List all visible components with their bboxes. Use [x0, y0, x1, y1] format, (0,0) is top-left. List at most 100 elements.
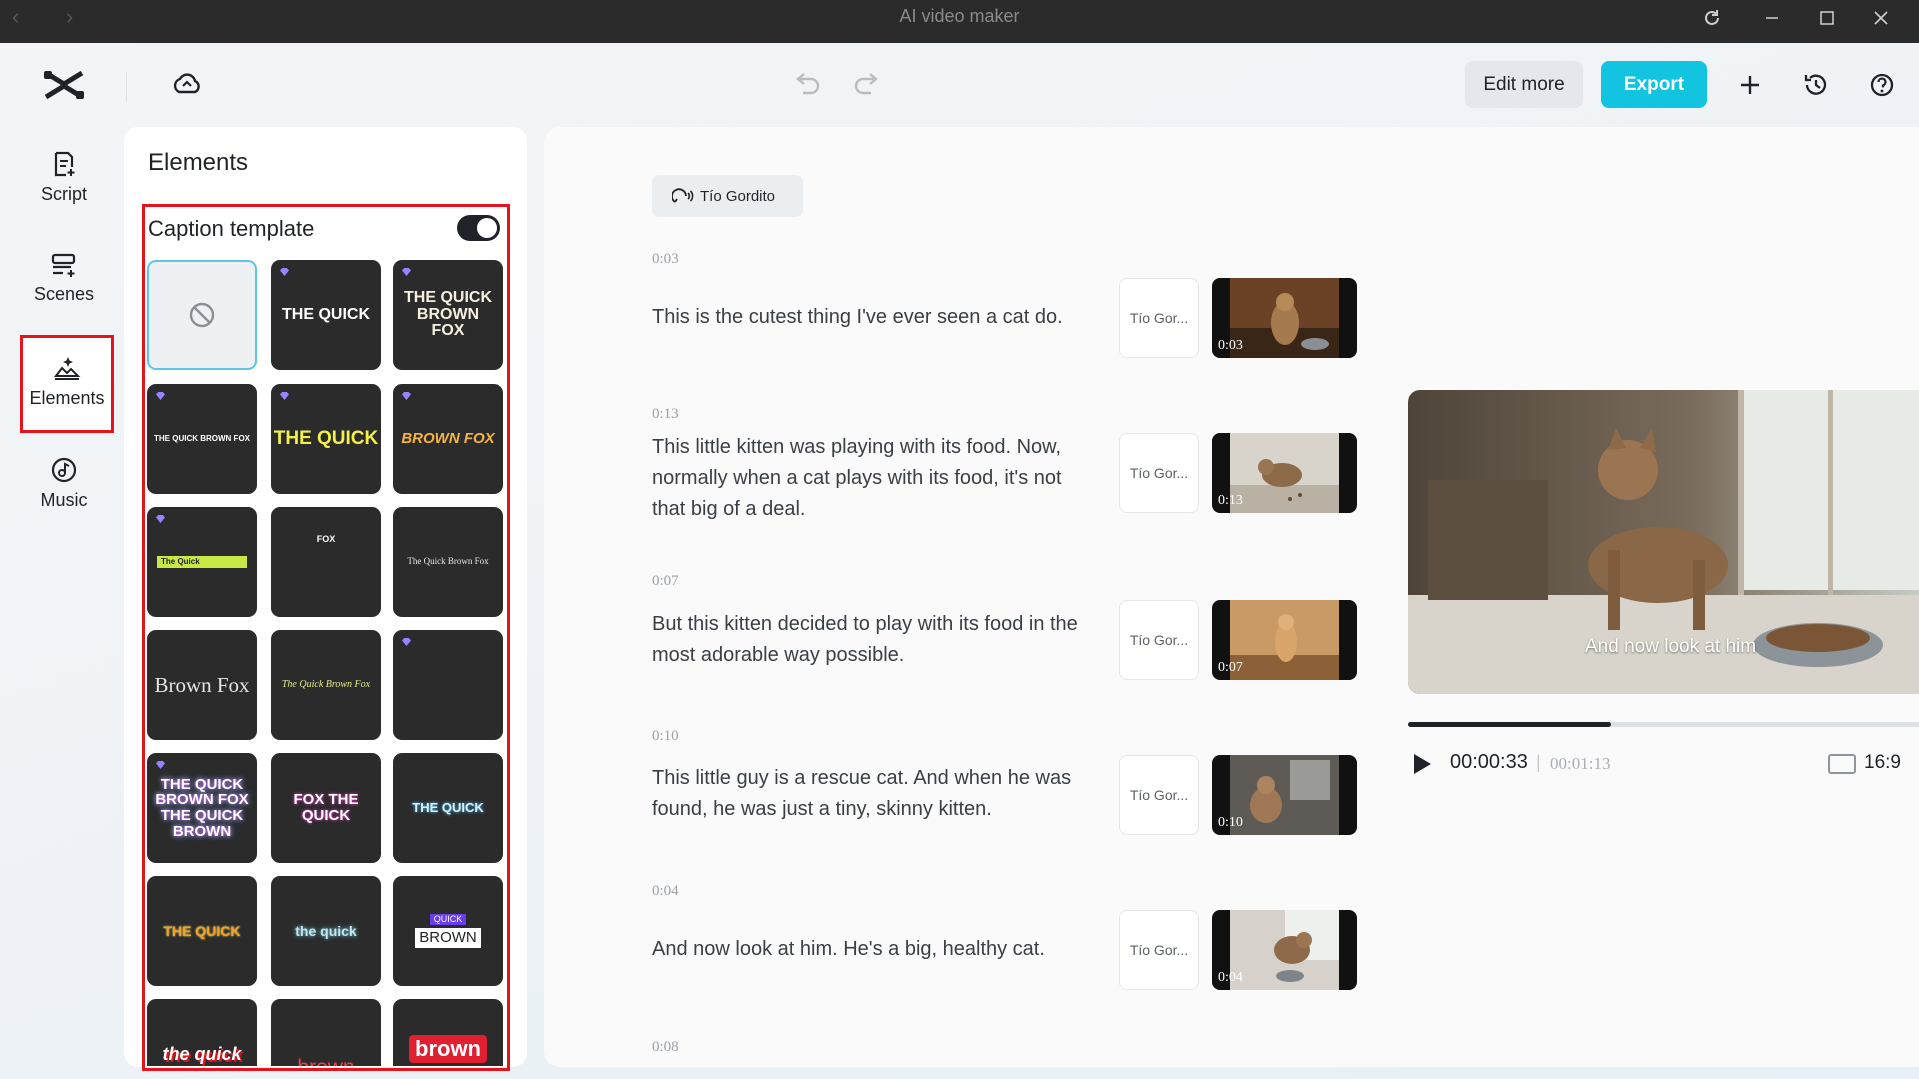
thumbnail-time: 0:03 [1218, 338, 1243, 353]
close-icon[interactable] [1861, 2, 1901, 34]
caption-template-tile[interactable]: The Quick [147, 507, 257, 617]
tile-preview-text: brown [297, 1056, 354, 1066]
scene-voice-card[interactable]: Tío Gor... [1119, 755, 1199, 835]
caption-template-tile[interactable]: THE QUICK BROWN FOX THE QUICK BROWN [147, 753, 257, 863]
tile-preview-text: THE QUICK [412, 800, 484, 816]
voice-selector[interactable]: Tío Gordito [652, 175, 803, 217]
scene-thumbnail[interactable]: 0:10 [1212, 755, 1357, 835]
caption-template-tile[interactable]: The Quick Brown Fox [271, 630, 381, 740]
caption-template-tile[interactable]: THE QUICK [393, 753, 503, 863]
scene-thumbnail-image [1230, 600, 1339, 680]
scene-thumbnail[interactable]: 0:04 [1212, 910, 1357, 990]
scene-thumbnail-image [1230, 433, 1339, 513]
progress-fill [1408, 722, 1611, 727]
scene-thumbnail-image [1230, 278, 1339, 358]
scene-script-text[interactable]: But this kitten decided to play with its… [652, 609, 1092, 671]
scene-script-text[interactable]: This little guy is a rescue cat. And whe… [652, 763, 1092, 825]
caption-template-tile[interactable]: brown [393, 999, 503, 1066]
thumbnail-time: 0:13 [1218, 493, 1243, 508]
tile-preview-text: Brown Fox [154, 672, 250, 697]
caption-template-tile[interactable]: FOX THE QUICK [271, 753, 381, 863]
tile-preview-text: FOX [316, 534, 336, 544]
caption-template-tile[interactable]: THE QUICK [147, 876, 257, 986]
caption-template-grid: THE QUICK THE QUICK BROWN FOX THE QUICK … [147, 260, 505, 1066]
caption-template-tile[interactable]: Brown Fox [147, 630, 257, 740]
scene-voice-card[interactable]: Tío Gor... [1119, 278, 1199, 358]
tile-preview-text: the quick [295, 922, 357, 939]
scene-script-text[interactable]: This is the cutest thing I've ever seen … [652, 302, 1092, 333]
nav-scenes-label: Scenes [33, 284, 95, 304]
caption-template-tile[interactable]: THE QUICK BROWN FOX [147, 384, 257, 494]
nav-music-label: Music [40, 490, 88, 510]
scene-duration: 0:10 [652, 728, 679, 744]
scene-thumbnail[interactable]: 0:07 [1212, 600, 1357, 680]
scenes-icon [51, 253, 76, 277]
add-icon[interactable] [1735, 70, 1765, 100]
scene-thumbnail[interactable]: 0:13 [1212, 433, 1357, 513]
scene-thumbnail[interactable]: 0:03 [1212, 278, 1357, 358]
caption-template-tile[interactable]: FOX [271, 507, 381, 617]
tile-preview-text: QUICK [429, 913, 467, 926]
export-button[interactable]: Export [1601, 61, 1707, 108]
title-bar: ‹ › AI video maker [0, 0, 1919, 43]
top-toolbar: Edit more Export [0, 43, 1919, 125]
tile-preview-text: BROWN FOX [401, 430, 495, 448]
premium-gem-icon [280, 268, 289, 276]
caption-template-tile[interactable]: THE QUICK [271, 384, 381, 494]
script-icon [54, 151, 75, 177]
total-time: 00:01:13 [1550, 754, 1611, 773]
premium-gem-icon [280, 392, 289, 400]
caption-template-tile[interactable]: THE QUICK [271, 260, 381, 370]
premium-gem-icon [156, 515, 165, 523]
caption-template-tile[interactable]: THE QUICK BROWN FOX [393, 260, 503, 370]
premium-gem-icon [156, 392, 165, 400]
nav-scenes[interactable]: Scenes [22, 230, 106, 322]
time-separator: | [1536, 752, 1541, 772]
scene-voice-card[interactable]: Tío Gor... [1119, 433, 1199, 513]
window-title: AI video maker [899, 6, 1020, 26]
tile-preview-text: The Quick Brown Fox [281, 678, 371, 690]
scene-voice-card[interactable]: Tío Gor... [1119, 910, 1199, 990]
nav-music[interactable]: Music [22, 434, 106, 526]
nav-elements[interactable]: Elements [20, 335, 114, 433]
maximize-icon[interactable] [1807, 2, 1847, 34]
minimize-icon[interactable] [1752, 2, 1792, 34]
caption-template-tile[interactable]: QUICK BROWN [393, 876, 503, 986]
cloud-sync-icon[interactable] [170, 67, 204, 101]
edit-more-button[interactable]: Edit more [1465, 61, 1583, 108]
music-icon [51, 457, 77, 483]
thumbnail-time: 0:10 [1218, 815, 1243, 830]
scene-duration: 0:04 [652, 883, 679, 899]
tile-preview-text: the quick [162, 1043, 242, 1064]
scene-voice-card[interactable]: Tío Gor... [1119, 600, 1199, 680]
refresh-icon[interactable] [1692, 2, 1732, 34]
tile-preview-text: THE QUICK BROWN FOX THE QUICK BROWN [155, 775, 249, 840]
redo-icon[interactable] [851, 69, 883, 99]
help-icon[interactable] [1867, 70, 1897, 100]
nav-script[interactable]: Script [22, 128, 106, 220]
toggle-knob [477, 218, 497, 238]
caption-template-tile[interactable]: the quick [271, 876, 381, 986]
aspect-ratio-label[interactable]: 16:9 [1864, 752, 1901, 774]
undo-icon[interactable] [791, 69, 823, 99]
tile-preview-text: The Quick Brown Fox [407, 556, 489, 567]
aspect-ratio-icon[interactable] [1828, 754, 1856, 774]
caption-template-tile[interactable]: the quick [147, 999, 257, 1066]
elements-icon [54, 357, 81, 380]
thumbnail-time: 0:04 [1218, 970, 1243, 985]
caption-template-tile[interactable]: brown [271, 999, 381, 1066]
scene-script-text[interactable]: And now look at him. He's a big, healthy… [652, 934, 1092, 965]
tile-preview-text: FOX THE QUICK [293, 791, 359, 824]
caption-template-tile[interactable] [393, 630, 503, 740]
scene-duration: 0:07 [652, 573, 679, 589]
history-icon[interactable] [1801, 70, 1831, 100]
scene-script-text[interactable]: This little kitten was playing with its … [652, 432, 1092, 525]
caption-template-tile[interactable]: BROWN FOX [393, 384, 503, 494]
scene-duration: 0:08 [652, 1039, 679, 1055]
caption-template-tile[interactable]: The Quick Brown Fox [393, 507, 503, 617]
caption-template-none[interactable] [147, 260, 257, 370]
playback-progress-bar[interactable] [1408, 722, 1919, 727]
play-icon[interactable] [1411, 752, 1433, 776]
caption-template-toggle[interactable] [457, 215, 500, 241]
tile-preview-text: brown [409, 1035, 487, 1063]
